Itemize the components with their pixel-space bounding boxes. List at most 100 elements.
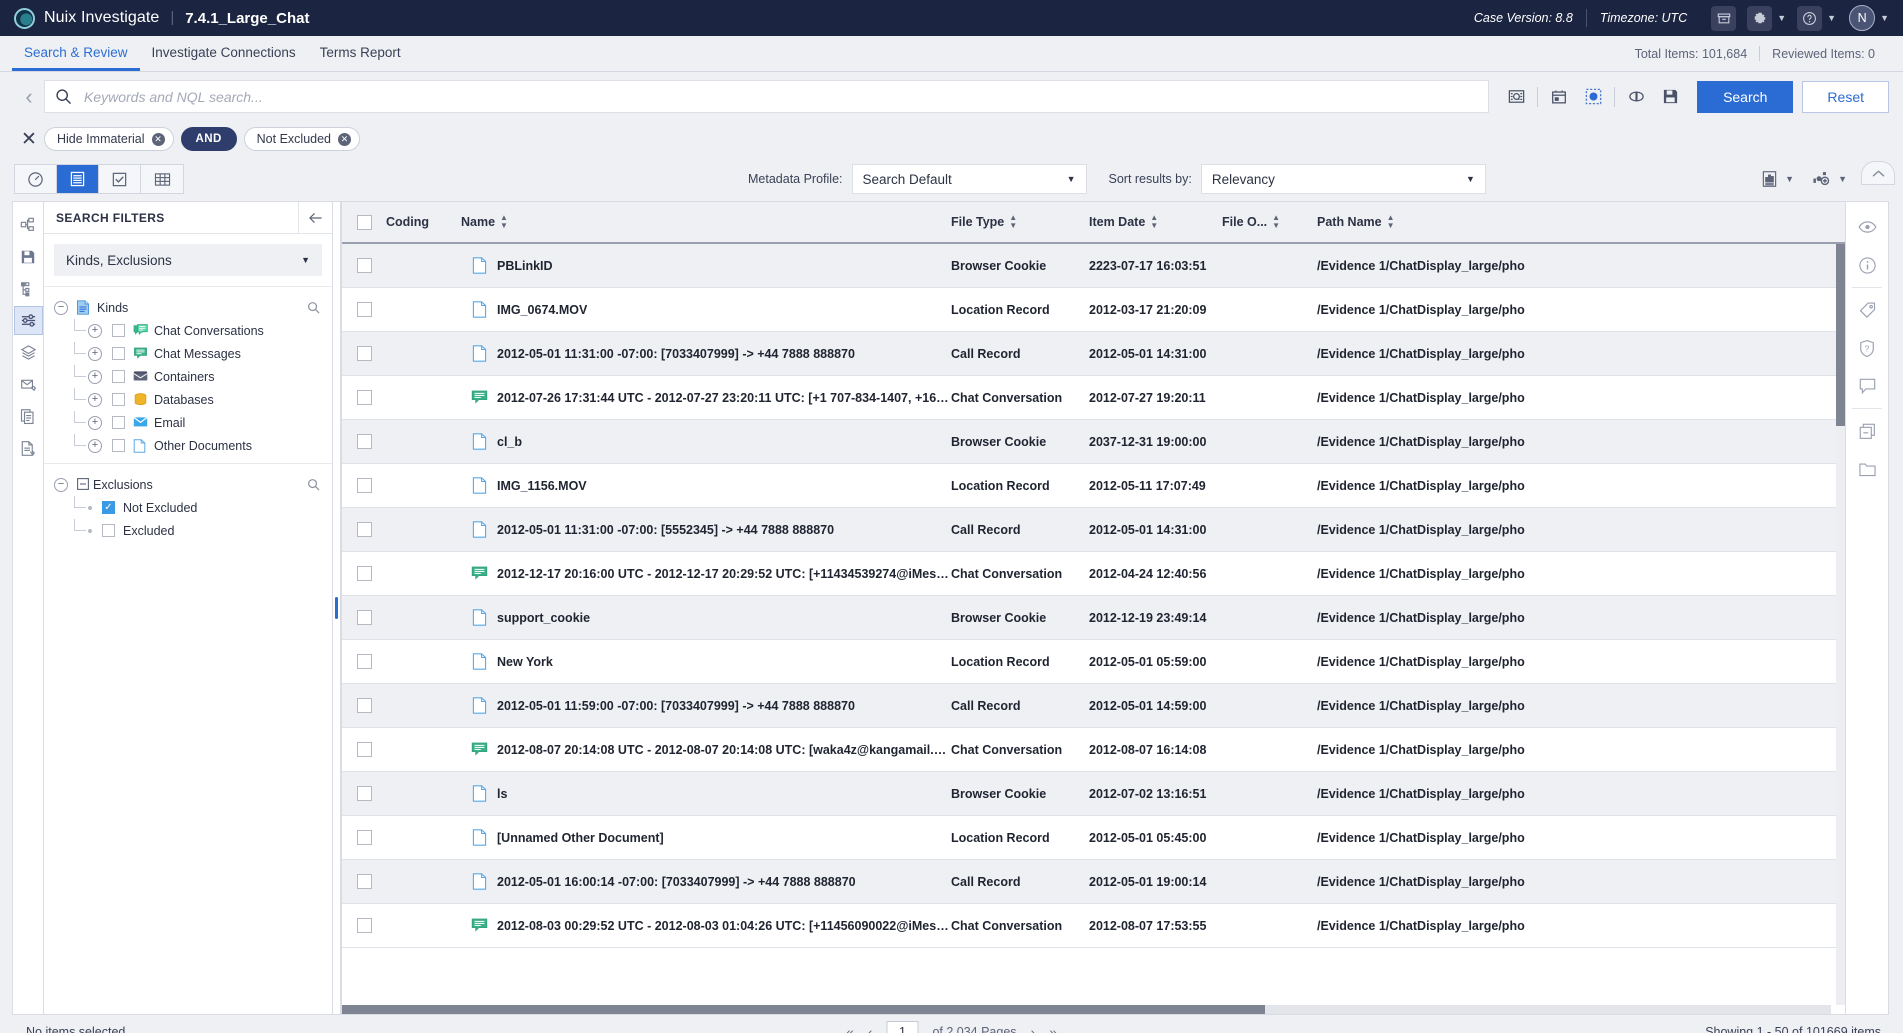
filter-item-chat-messages[interactable]: + Chat Messages (44, 342, 332, 365)
query-builder-icon[interactable] (1499, 81, 1533, 113)
metadata-profile-select[interactable]: Search Default ▼ (851, 164, 1087, 194)
filter-item-excluded[interactable]: Excluded (44, 519, 332, 542)
name-cell[interactable]: 2012-12-17 20:16:00 UTC - 2012-12-17 20:… (461, 566, 951, 581)
chip-remove-icon[interactable]: ✕ (338, 132, 352, 146)
report-doc-icon[interactable] (14, 434, 43, 463)
table-row[interactable]: [Unnamed Other Document] Location Record 2… (342, 816, 1845, 860)
row-checkbox[interactable] (356, 742, 372, 757)
row-select-cell[interactable] (342, 302, 386, 317)
chevron-down-icon[interactable]: ▼ (1785, 174, 1794, 184)
mode-dashboard-view[interactable] (15, 165, 57, 193)
sort-icon[interactable]: ▲ ▼ (1272, 214, 1280, 230)
row-checkbox[interactable] (356, 918, 372, 933)
table-row[interactable]: 2012-05-01 11:31:00 -07:00: [7033407999]… (342, 332, 1845, 376)
mode-list-view[interactable] (57, 165, 99, 193)
expand-item-icon[interactable]: + (88, 392, 102, 407)
row-select-cell[interactable] (342, 610, 386, 625)
table-row[interactable]: 2012-05-01 16:00:14 -07:00: [7033407999]… (342, 860, 1845, 904)
row-select-cell[interactable] (342, 742, 386, 757)
info-icon[interactable] (1850, 246, 1884, 284)
expand-item-icon[interactable]: + (88, 369, 102, 384)
name-cell[interactable]: [Unnamed Other Document] (461, 829, 951, 846)
column-header-item-date[interactable]: Item Date ▲ ▼ (1089, 214, 1222, 230)
row-select-cell[interactable] (342, 874, 386, 889)
filter-item-email[interactable]: + Email (44, 411, 332, 434)
row-select-cell[interactable] (342, 698, 386, 713)
chip-operator-and[interactable]: AND (180, 127, 237, 151)
name-cell[interactable]: 2012-08-03 00:29:52 UTC - 2012-08-03 01:… (461, 918, 951, 933)
target-icon[interactable] (1576, 81, 1610, 113)
table-vertical-scrollbar[interactable] (1836, 244, 1845, 1005)
column-header-name[interactable]: Name ▲ ▼ (461, 214, 951, 230)
eye-icon[interactable] (1850, 208, 1884, 246)
row-checkbox[interactable] (356, 478, 372, 493)
table-row[interactable]: support_cookie Browser Cookie 2012-12-19 2… (342, 596, 1845, 640)
name-cell[interactable]: 2012-05-01 16:00:14 -07:00: [7033407999]… (461, 873, 951, 890)
hierarchy-icon[interactable] (14, 274, 43, 303)
filter-item-chat-conversations[interactable]: + Chat Conversations (44, 319, 332, 342)
page-number-input[interactable]: 1 (886, 1021, 919, 1033)
name-cell[interactable]: support_cookie (461, 609, 951, 626)
row-select-cell[interactable] (342, 390, 386, 405)
column-header-file-owner[interactable]: File O... ▲ ▼ (1222, 214, 1317, 230)
row-checkbox[interactable] (356, 786, 372, 801)
name-cell[interactable]: 2012-05-01 11:59:00 -07:00: [7033407999]… (461, 697, 951, 714)
sort-icon[interactable]: ▲ ▼ (1150, 214, 1158, 230)
search-icon[interactable] (307, 301, 320, 314)
row-select-cell[interactable] (342, 918, 386, 933)
table-row[interactable]: IMG_1156.MOV Location Record 2012-05-11 17… (342, 464, 1845, 508)
filter-checkbox[interactable] (112, 370, 125, 383)
gear-icon[interactable] (1747, 5, 1773, 31)
row-checkbox[interactable] (356, 390, 372, 405)
filter-item-containers[interactable]: + Containers (44, 365, 332, 388)
panel-resize-handle[interactable] (333, 201, 341, 1015)
column-header-path-name[interactable]: Path Name ▲ ▼ (1317, 214, 1577, 230)
chip-hide-immaterial[interactable]: Hide Immaterial ✕ (44, 127, 174, 151)
workflow-icon[interactable] (14, 210, 43, 239)
filter-group-header[interactable]: − Exclusions (44, 473, 332, 496)
filter-checkbox[interactable] (112, 439, 125, 452)
table-row[interactable]: cl_b Browser Cookie 2037-12-31 19:00:00/Ev… (342, 420, 1845, 464)
filter-checkbox[interactable] (112, 324, 125, 337)
table-horizontal-scrollbar[interactable] (342, 1005, 1831, 1014)
row-select-cell[interactable] (342, 566, 386, 581)
chevron-down-icon[interactable]: ▼ (1838, 174, 1847, 184)
name-cell[interactable]: 2012-05-01 11:31:00 -07:00: [7033407999]… (461, 345, 951, 362)
gear-chevron-down-icon[interactable]: ▼ (1777, 13, 1786, 23)
tab-investigate-connections[interactable]: Investigate Connections (140, 36, 308, 71)
shield-question-icon[interactable]: ? (1850, 329, 1884, 367)
visibility-icon[interactable] (1619, 81, 1653, 113)
row-checkbox[interactable] (356, 830, 372, 845)
avatar[interactable]: N (1849, 5, 1876, 31)
mode-review-view[interactable] (99, 165, 141, 193)
row-checkbox[interactable] (356, 522, 372, 537)
row-select-cell[interactable] (342, 434, 386, 449)
prev-page-icon[interactable]: ‹ (868, 1024, 873, 1033)
back-chevron-icon[interactable]: ‹ (14, 84, 44, 110)
layers-icon[interactable] (14, 338, 43, 367)
row-checkbox[interactable] (356, 654, 372, 669)
save-icon[interactable] (1653, 81, 1687, 113)
folder-icon[interactable] (1850, 450, 1884, 488)
sort-results-select[interactable]: Relevancy ▼ (1200, 164, 1486, 194)
collapse-panel-button[interactable] (1861, 161, 1895, 185)
row-checkbox[interactable] (356, 346, 372, 361)
select-all-header[interactable] (342, 214, 386, 230)
mail-tag-icon[interactable] (14, 370, 43, 399)
table-row[interactable]: 2012-07-26 17:31:44 UTC - 2012-07-27 23:… (342, 376, 1845, 420)
row-checkbox[interactable] (356, 874, 372, 889)
table-row[interactable]: IMG_0674.MOV Location Record 2012-03-17 21… (342, 288, 1845, 332)
row-select-cell[interactable] (342, 478, 386, 493)
table-row[interactable]: PBLinkID Browser Cookie 2223-07-17 16:03:5… (342, 244, 1845, 288)
name-cell[interactable]: PBLinkID (461, 257, 951, 274)
filter-checkbox[interactable] (112, 416, 125, 429)
tab-terms-report[interactable]: Terms Report (308, 36, 413, 71)
clear-filters-icon[interactable]: ✕ (14, 128, 44, 151)
chip-not-excluded[interactable]: Not Excluded ✕ (243, 127, 361, 151)
row-checkbox[interactable] (356, 610, 372, 625)
column-header-coding[interactable]: Coding (386, 215, 461, 229)
table-row[interactable]: 2012-12-17 20:16:00 UTC - 2012-12-17 20:… (342, 552, 1845, 596)
name-cell[interactable]: 2012-05-01 11:31:00 -07:00: [5552345] ->… (461, 521, 951, 538)
filter-item-not-excluded[interactable]: Not Excluded (44, 496, 332, 519)
sort-icon[interactable]: ▲ ▼ (1009, 214, 1017, 230)
